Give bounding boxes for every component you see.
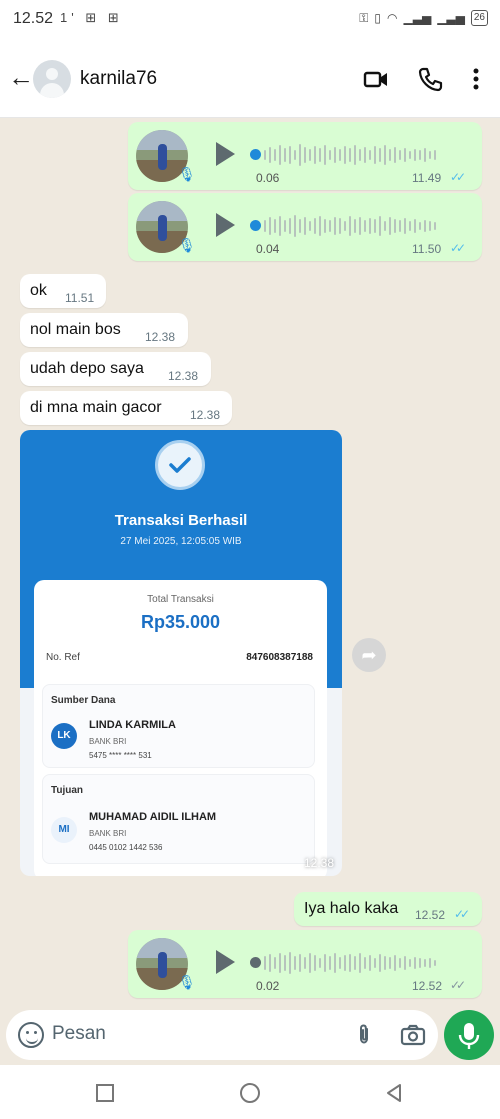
- voice-message[interactable]: 🎙 0.06 11.49 ✓✓: [128, 122, 482, 190]
- voice-duration: 0.02: [256, 979, 280, 993]
- receipt-date: 27 Mei 2025, 12:05:05 WIB: [120, 536, 242, 547]
- status-time: 12.52: [13, 10, 54, 27]
- voice-record-button[interactable]: [444, 1010, 494, 1060]
- attach-icon[interactable]: [352, 1023, 376, 1047]
- back-arrow-icon[interactable]: ←: [6, 62, 36, 92]
- ref-value: 847608387188: [246, 652, 313, 663]
- destination-section: Tujuan MI MUHAMAD AIDIL ILHAM BANK BRI 0…: [42, 774, 315, 864]
- receipt-title: Transaksi Berhasil: [114, 512, 248, 529]
- playback-dot[interactable]: [250, 957, 261, 968]
- receipt-card: Total Transaksi Rp35.000 No. Ref 8476083…: [34, 580, 327, 876]
- voice-message[interactable]: 🎙 0.02 12.52 ✓✓: [128, 930, 482, 998]
- chat-header: ← karnila76: [0, 40, 500, 118]
- incoming-message[interactable]: ok 11.51: [20, 274, 106, 308]
- incoming-message[interactable]: udah depo saya 12.38: [20, 352, 211, 386]
- source-account: 5475 **** **** 531: [89, 751, 152, 760]
- home-icon[interactable]: [239, 1082, 261, 1104]
- total-amount: Rp35.000: [140, 612, 221, 632]
- status-notification-icons: 1' ⊞ ⊞: [60, 10, 123, 25]
- signal-icon-2: ▁▃▅: [437, 11, 465, 25]
- message-time: 12.38: [168, 369, 199, 383]
- play-icon[interactable]: [216, 213, 235, 237]
- battery-icon: 26: [470, 10, 488, 26]
- video-call-icon[interactable]: [362, 65, 390, 93]
- destination-account: 0445 0102 1442 536: [89, 843, 163, 852]
- message-text: nol main bos: [30, 321, 121, 338]
- message-text: Iya halo kaka: [304, 900, 399, 917]
- message-text: ok: [30, 282, 47, 299]
- source-name: LINDA KARMILA: [89, 719, 176, 731]
- contact-name[interactable]: karnila76: [80, 68, 157, 90]
- total-label: Total Transaksi: [147, 594, 214, 605]
- ref-label: No. Ref: [46, 652, 80, 663]
- message-text: udah depo saya: [30, 360, 144, 377]
- mic-icon: 🎙: [178, 237, 196, 253]
- message-text: di mna main gacor: [30, 399, 162, 416]
- source-title: Sumber Dana: [51, 695, 116, 706]
- status-bar: 12.52 1' ⊞ ⊞ ⚿ ▯ ◠ ▁▃▅ ▁▃▅ 26: [0, 0, 500, 40]
- playback-dot[interactable]: [250, 220, 261, 231]
- source-avatar: LK: [51, 723, 77, 749]
- source-bank: BANK BRI: [89, 737, 127, 746]
- play-icon[interactable]: [216, 142, 235, 166]
- message-composer[interactable]: Pesan: [6, 1010, 438, 1060]
- delivered-ticks-icon: ✓✓: [450, 978, 466, 992]
- avatar[interactable]: [33, 60, 71, 98]
- incoming-message[interactable]: di mna main gacor 12.38: [20, 391, 232, 425]
- recent-apps-icon[interactable]: [95, 1083, 115, 1103]
- forward-icon[interactable]: ➦: [352, 638, 386, 672]
- message-time: 12.38: [190, 408, 221, 422]
- status-right-icons: ⚿ ▯ ◠ ▁▃▅ ▁▃▅ 26: [359, 10, 488, 26]
- message-time: 12.52: [412, 979, 443, 993]
- emoji-icon[interactable]: [18, 1022, 44, 1048]
- waveform[interactable]: [264, 952, 436, 974]
- signal-icon: ▁▃▅: [403, 11, 432, 25]
- destination-avatar: MI: [51, 817, 77, 843]
- read-ticks-icon: ✓✓: [450, 241, 466, 255]
- source-section: Sumber Dana LK LINDA KARMILA BANK BRI 54…: [42, 684, 315, 768]
- read-ticks-icon: ✓✓: [454, 907, 470, 921]
- message-input[interactable]: Pesan: [52, 1023, 106, 1045]
- more-vert-icon[interactable]: [462, 65, 490, 93]
- outgoing-message[interactable]: Iya halo kaka 12.52 ✓✓: [294, 892, 482, 926]
- key-icon: ⚿: [359, 10, 369, 25]
- vibrate-icon: ▯: [374, 11, 382, 25]
- mic-icon: 🎙: [178, 166, 196, 182]
- playback-dot[interactable]: [250, 149, 261, 160]
- destination-name: MUHAMAD AIDIL ILHAM: [89, 811, 217, 823]
- mic-icon: [458, 1023, 480, 1049]
- play-icon[interactable]: [216, 950, 235, 974]
- incoming-message[interactable]: nol main bos 12.38: [20, 313, 188, 347]
- check-icon: [155, 440, 205, 490]
- system-nav-bar: [0, 1065, 500, 1119]
- camera-icon[interactable]: [400, 1023, 426, 1047]
- message-time: 12.38: [303, 856, 334, 870]
- phone-icon[interactable]: [416, 65, 444, 93]
- destination-bank: BANK BRI: [89, 829, 127, 838]
- waveform[interactable]: [264, 144, 436, 166]
- receipt-image[interactable]: Transaksi Berhasil 27 Mei 2025, 12:05:05…: [20, 430, 342, 876]
- message-time: 12.38: [145, 330, 176, 344]
- waveform[interactable]: [264, 215, 436, 237]
- voice-message[interactable]: 🎙 0.04 11.50 ✓✓: [128, 193, 482, 261]
- back-nav-icon[interactable]: [384, 1083, 404, 1103]
- message-time: 11.49: [412, 171, 442, 185]
- read-ticks-icon: ✓✓: [450, 170, 466, 184]
- voice-duration: 0.04: [256, 242, 280, 256]
- mic-icon: 🎙: [178, 974, 196, 990]
- message-time: 11.50: [412, 242, 442, 256]
- destination-title: Tujuan: [51, 785, 84, 796]
- voice-duration: 0.06: [256, 171, 280, 185]
- message-time: 12.52: [415, 908, 446, 922]
- message-time: 11.51: [65, 291, 95, 305]
- wifi-icon: ◠: [387, 11, 398, 25]
